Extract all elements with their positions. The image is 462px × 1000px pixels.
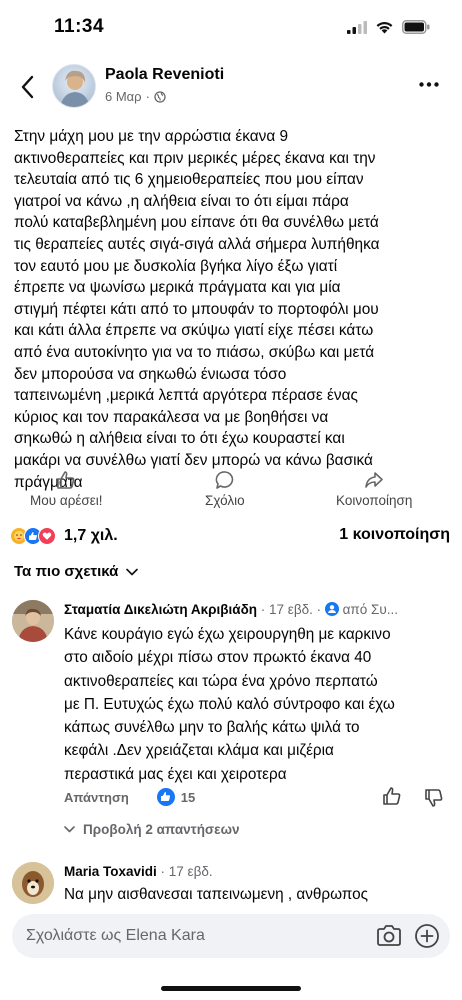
comment-like-count: 15	[180, 789, 196, 805]
back-button[interactable]	[14, 72, 40, 102]
camera-button[interactable]	[376, 924, 402, 948]
add-attachment-button[interactable]	[414, 923, 440, 949]
status-icons	[347, 20, 430, 34]
comment-meta: · 17 εβδ.	[160, 864, 213, 879]
comment-actions: Απάντηση 15	[64, 788, 195, 806]
reactions-summary[interactable]: 1,7 χιλ. 1 κοινοποίηση	[10, 524, 450, 548]
comment-avatar[interactable]	[12, 600, 54, 642]
status-bar: 11:34	[0, 0, 462, 56]
comment-author-name[interactable]: Maria Toxavidi	[64, 864, 157, 879]
chevron-left-icon	[21, 75, 34, 99]
comment-label: Σχόλιο	[205, 493, 245, 508]
post-date[interactable]: 6 Μαρ	[105, 89, 142, 104]
like-label: Μου αρέσει!	[30, 493, 103, 508]
battery-icon	[402, 20, 430, 34]
comment-author: Maria Toxavidi · 17 εβδ.	[64, 864, 213, 879]
meta-separator: ·	[145, 89, 150, 104]
comment-dislike-button[interactable]	[424, 788, 444, 813]
chevron-down-icon	[126, 568, 139, 575]
share-arrow-icon	[365, 472, 384, 488]
commenter-photo	[12, 862, 54, 904]
share-count[interactable]: 1 κοινοποίηση	[339, 526, 450, 544]
comment-sort-dropdown[interactable]: Τα πιο σχετικά	[14, 563, 139, 580]
comment-bubble-icon	[215, 471, 233, 489]
reaction-count: 1,7 χιλ.	[64, 527, 118, 544]
thumbs-up-icon	[57, 471, 75, 489]
post-author-name[interactable]: Paola Revenioti	[105, 66, 224, 84]
friend-badge-icon	[324, 602, 339, 616]
post-meta: 6 Μαρ ·	[105, 89, 166, 104]
post-header: Paola Revenioti 6 Μαρ ·	[0, 56, 462, 122]
comment-author-name[interactable]: Σταματία Δικελιώτη Ακριβιάδη	[64, 602, 257, 617]
post-text: Στην μάχη μου με την αρρώστια έκανα 9 ακ…	[14, 128, 380, 491]
wifi-icon	[376, 22, 393, 34]
comment-like-button[interactable]	[382, 786, 402, 811]
commenter-photo	[12, 600, 54, 642]
comment-from: από Συ...	[342, 602, 398, 617]
more-options-button[interactable]	[414, 74, 444, 94]
plus-circle-icon	[415, 924, 439, 948]
thumbs-down-outline-icon	[425, 789, 443, 807]
home-indicator[interactable]	[161, 986, 301, 991]
like-button[interactable]: Μου αρέσει!	[30, 470, 103, 508]
comment-composer	[12, 914, 450, 958]
comment-avatar[interactable]	[12, 862, 54, 904]
sort-label: Τα πιο σχετικά	[14, 563, 119, 580]
view-replies-link[interactable]: Προβολή 2 απαντήσεων	[64, 822, 240, 837]
thumbs-up-outline-icon	[383, 787, 401, 805]
comment-input[interactable]	[26, 914, 366, 958]
status-time: 11:34	[54, 16, 105, 37]
share-label: Κοινοποίηση	[336, 493, 413, 508]
camera-icon	[377, 925, 401, 946]
comment-text: Να μην αισθανεσαι ταπεινωμενη , ανθρωπος	[64, 886, 369, 903]
chevron-down-icon	[64, 826, 75, 833]
public-globe-icon	[154, 90, 166, 103]
comment-author: Σταματία Δικελιώτη Ακριβιάδη · 17 εβδ. ·…	[64, 602, 398, 617]
post-actions: Μου αρέσει! Σχόλιο Κοινοποίηση	[0, 470, 462, 518]
love-reaction-icon	[38, 527, 56, 545]
author-avatar[interactable]	[52, 64, 96, 108]
share-button[interactable]: Κοινοποίηση	[336, 470, 412, 508]
comment-button[interactable]: Σχόλιο	[205, 470, 245, 508]
comment-like-badge-icon	[156, 788, 175, 806]
view-replies-label: Προβολή 2 απαντήσεων	[83, 822, 240, 837]
reaction-icons	[10, 527, 56, 545]
more-dots-icon	[419, 81, 439, 87]
comment-meta: · 17 εβδ. ·	[260, 602, 322, 617]
reply-button[interactable]: Απάντηση	[64, 790, 129, 805]
cellular-signal-icon	[347, 20, 367, 34]
author-photo	[60, 70, 90, 107]
comment-text: Κάνε κουράγιο εγώ έχω χειρουργηθη με καρ…	[64, 626, 395, 783]
